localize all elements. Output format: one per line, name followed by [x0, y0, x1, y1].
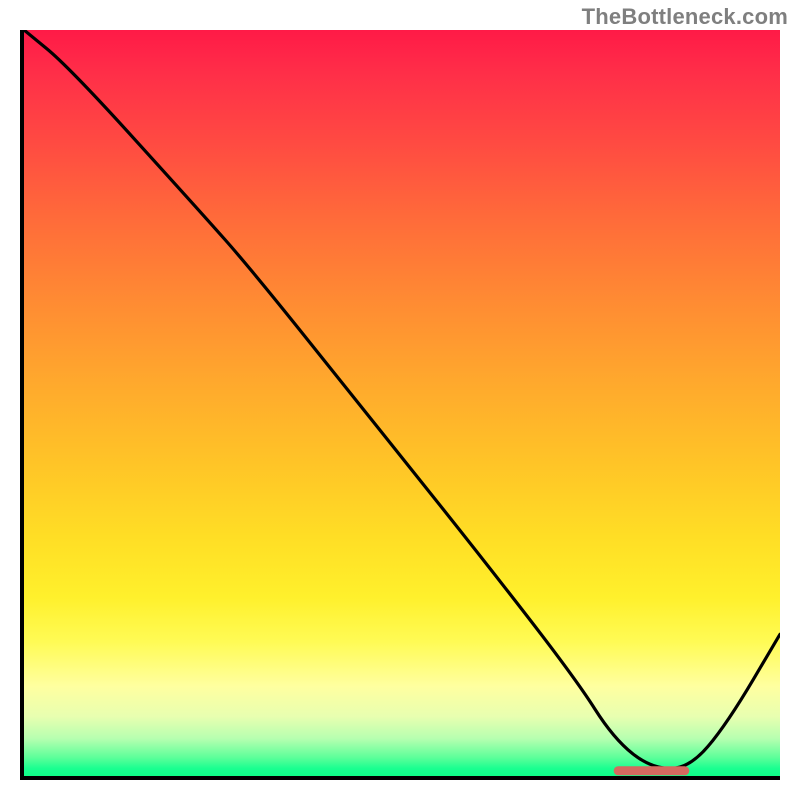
bottleneck-curve	[24, 30, 780, 776]
plot-area	[20, 30, 780, 780]
chart-container: TheBottleneck.com	[0, 0, 800, 800]
optimal-marker	[614, 766, 690, 775]
attribution-text: TheBottleneck.com	[582, 4, 788, 30]
